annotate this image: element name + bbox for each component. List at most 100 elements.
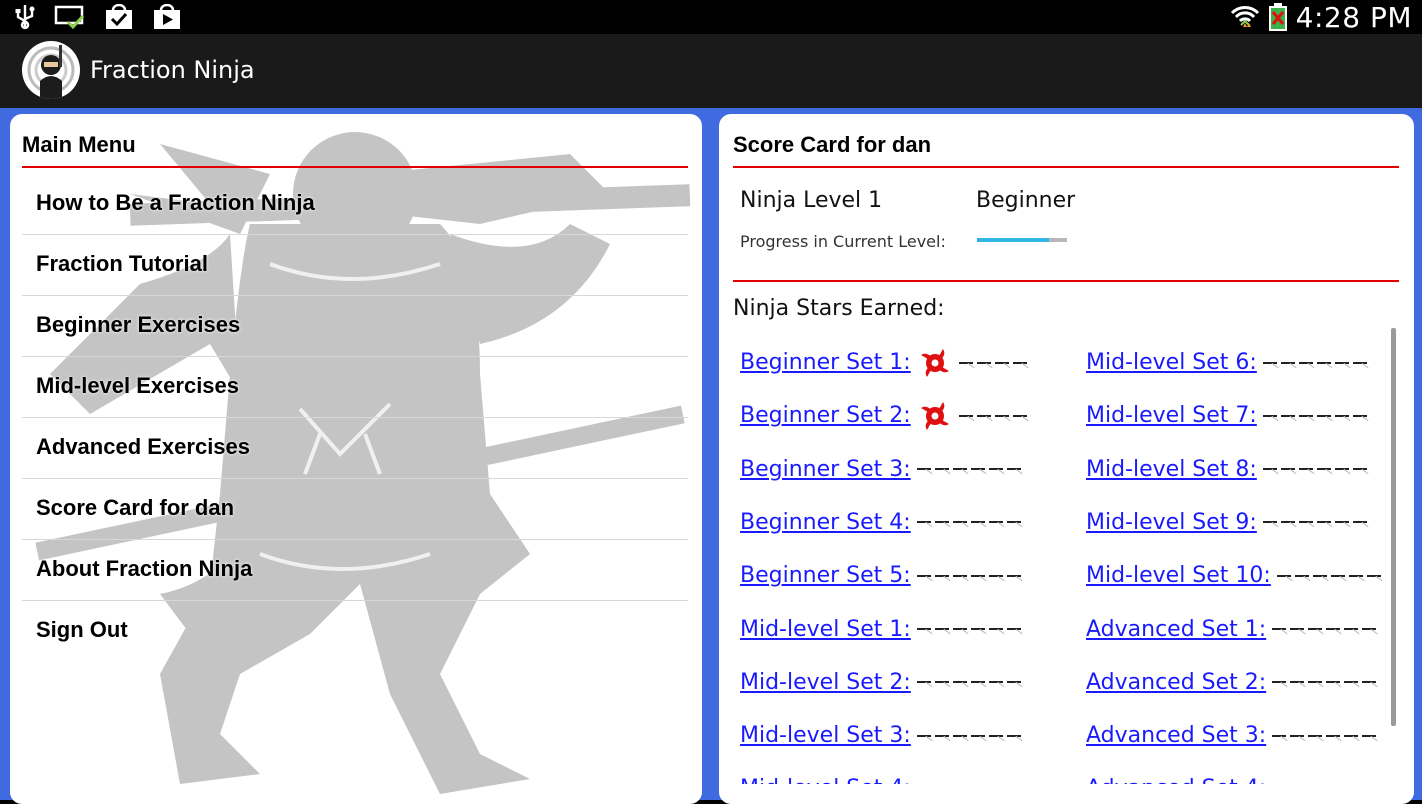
empty-star-slot [1006, 729, 1023, 743]
empty-star-slot [1308, 729, 1324, 743]
star-set-link[interactable]: Mid-level Set 1: [740, 617, 911, 642]
empty-star-slot [1012, 409, 1029, 423]
main-menu-heading: Main Menu [22, 132, 136, 157]
empty-star-slot [1290, 675, 1306, 689]
empty-star-slot [934, 569, 951, 583]
star-set-link[interactable]: Mid-level Set 8: [1086, 457, 1257, 482]
star-set-row: Mid-level Set 4: [740, 762, 1023, 784]
star-set-link[interactable]: Beginner Set 3: [740, 457, 911, 482]
star-set-link[interactable]: Advanced Set 4: [1086, 776, 1266, 784]
empty-star-slot [934, 622, 951, 636]
empty-star-slot [1272, 675, 1288, 689]
star-slots [1276, 569, 1383, 583]
ninja-level-label: Ninja Level 1 [740, 188, 883, 213]
empty-star-slot [1352, 462, 1369, 476]
menu-item-label: About Fraction Ninja [36, 556, 253, 581]
star-set-link[interactable]: Mid-level Set 2: [740, 670, 911, 695]
star-slots [916, 675, 1023, 689]
menu-item-label: Beginner Exercises [36, 312, 241, 337]
star-set-row: Mid-level Set 1: [740, 603, 1023, 656]
star-set-link[interactable]: Beginner Set 5: [740, 563, 911, 588]
empty-star-slot [988, 515, 1005, 529]
empty-star-slot [952, 622, 969, 636]
star-set-link[interactable]: Beginner Set 2: [740, 403, 911, 428]
empty-star-slot [1334, 409, 1351, 423]
star-set-link[interactable]: Advanced Set 3: [1086, 723, 1266, 748]
empty-star-slot [1290, 622, 1306, 636]
star-set-link[interactable]: Mid-level Set 4: [740, 776, 911, 784]
empty-star-slot [970, 462, 987, 476]
star-set-link[interactable]: Mid-level Set 6: [1086, 350, 1257, 375]
menu-item-label: Advanced Exercises [36, 434, 251, 459]
menu-item-how-to[interactable]: How to Be a Fraction Ninja [22, 174, 688, 235]
level-progress-fill [977, 238, 1049, 242]
empty-star-slot [989, 782, 1005, 784]
empty-star-slot [976, 409, 993, 423]
ninja-level-name: Beginner [976, 188, 1076, 213]
status-time: 4:28 PM [1295, 0, 1412, 34]
empty-star-slot [1312, 569, 1329, 583]
star-slots [917, 782, 1023, 784]
star-set-link[interactable]: Mid-level Set 9: [1086, 510, 1257, 535]
empty-star-slot [917, 782, 933, 784]
star-set-row: Advanced Set 1: [1086, 603, 1378, 656]
status-bar: 4:28 PM [0, 0, 1422, 34]
menu-item-beginner[interactable]: Beginner Exercises [22, 296, 688, 357]
star-slots [916, 622, 1023, 636]
empty-star-slot [994, 409, 1011, 423]
ninja-stars-list[interactable]: Beginner Set 1: Beginner Set 2: Beginner S… [719, 336, 1399, 784]
empty-star-slot [1262, 356, 1279, 370]
scrollbar[interactable] [1391, 328, 1396, 726]
empty-star-slot [1362, 675, 1378, 689]
star-set-link[interactable]: Mid-level Set 10: [1086, 563, 1271, 588]
star-set-link[interactable]: Advanced Set 1: [1086, 617, 1266, 642]
empty-star-slot [916, 622, 933, 636]
menu-item-score-card[interactable]: Score Card for dan [22, 479, 688, 540]
cast-icon [54, 5, 85, 30]
empty-star-slot [1326, 622, 1342, 636]
empty-star-slot [1348, 569, 1365, 583]
empty-star-slot [1280, 356, 1297, 370]
menu-item-label: How to Be a Fraction Ninja [36, 190, 315, 215]
menu-item-tutorial[interactable]: Fraction Tutorial [22, 235, 688, 296]
star-set-link[interactable]: Beginner Set 4: [740, 510, 911, 535]
star-set-link[interactable]: Beginner Set 1: [740, 350, 911, 375]
empty-star-slot [1294, 569, 1311, 583]
empty-star-slot [1280, 462, 1297, 476]
empty-star-slot [1272, 729, 1288, 743]
star-set-link[interactable]: Mid-level Set 3: [740, 723, 911, 748]
menu-item-mid-level[interactable]: Mid-level Exercises [22, 357, 688, 418]
star-slots [1272, 622, 1378, 636]
empty-star-slot [1280, 515, 1297, 529]
empty-star-slot [916, 462, 933, 476]
ninja-star-icon [920, 348, 949, 377]
empty-star-slot [988, 729, 1005, 743]
menu-item-about[interactable]: About Fraction Ninja [22, 540, 688, 601]
empty-star-slot [1298, 462, 1315, 476]
empty-star-slot [1316, 515, 1333, 529]
empty-star-slot [958, 356, 975, 370]
app-title: Fraction Ninja [90, 56, 255, 84]
empty-star-slot [988, 622, 1005, 636]
menu-item-advanced[interactable]: Advanced Exercises [22, 418, 688, 479]
empty-star-slot [1330, 569, 1347, 583]
ninja-logo-icon[interactable] [22, 41, 80, 99]
empty-star-slot [934, 675, 951, 689]
star-set-link[interactable]: Advanced Set 2: [1086, 670, 1266, 695]
empty-star-slot [1262, 515, 1279, 529]
star-set-row: Mid-level Set 9: [1086, 496, 1369, 549]
star-slots [1262, 515, 1369, 529]
star-set-link[interactable]: Mid-level Set 7: [1086, 403, 1257, 428]
empty-star-slot [1362, 782, 1378, 784]
empty-star-slot [958, 409, 975, 423]
main-menu-list: How to Be a Fraction Ninja Fraction Tuto… [22, 174, 688, 661]
empty-star-slot [1352, 356, 1369, 370]
empty-star-slot [1012, 356, 1029, 370]
bag-check-icon [106, 4, 132, 29]
star-slots [917, 398, 1029, 434]
menu-item-sign-out[interactable]: Sign Out [22, 601, 688, 661]
empty-star-slot [971, 782, 987, 784]
star-slots [917, 345, 1029, 381]
empty-star-slot [1272, 622, 1288, 636]
star-slots [1262, 409, 1369, 423]
